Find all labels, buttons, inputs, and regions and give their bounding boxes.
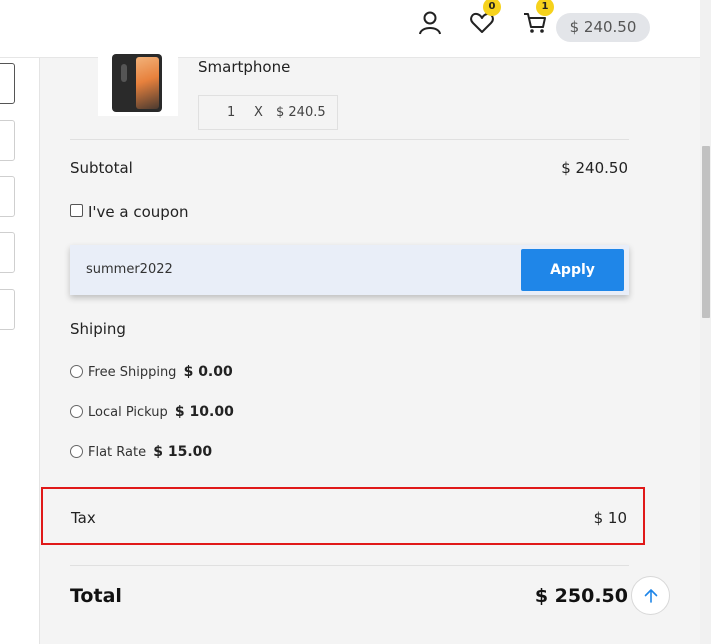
subtotal-label: Subtotal bbox=[70, 159, 133, 177]
form-field[interactable] bbox=[0, 120, 15, 161]
product-name[interactable]: Smartphone bbox=[198, 58, 290, 76]
form-field[interactable] bbox=[0, 176, 15, 217]
cart-count-badge: 1 bbox=[536, 0, 554, 16]
shipping-radio-free[interactable] bbox=[70, 365, 83, 378]
item-price: $ 240.5 bbox=[276, 105, 326, 120]
shipping-option-label: Flat Rate bbox=[88, 445, 147, 460]
user-icon[interactable] bbox=[417, 10, 443, 36]
tax-value: $ 10 bbox=[593, 509, 627, 527]
times-sign: X bbox=[254, 105, 263, 120]
smartphone-image bbox=[112, 54, 162, 112]
divider bbox=[70, 139, 629, 140]
shipping-option-price: $ 10.00 bbox=[174, 404, 234, 420]
tax-label: Tax bbox=[71, 509, 96, 527]
order-summary-panel bbox=[40, 58, 700, 644]
wishlist-count-badge: 0 bbox=[483, 0, 501, 16]
shipping-title: Shiping bbox=[70, 320, 126, 338]
form-field[interactable] bbox=[0, 232, 15, 273]
divider bbox=[70, 565, 629, 566]
coupon-input[interactable]: summer2022 bbox=[86, 262, 173, 277]
product-image bbox=[98, 44, 178, 116]
shipping-radio-local[interactable] bbox=[70, 405, 83, 418]
total-value: $ 250.50 bbox=[534, 585, 628, 607]
shipping-option-free[interactable]: Free Shipping $ 0.00 bbox=[88, 364, 233, 380]
scroll-to-top-button[interactable] bbox=[631, 576, 670, 615]
coupon-checkbox[interactable] bbox=[70, 204, 83, 217]
scrollbar-thumb[interactable] bbox=[702, 146, 710, 318]
cart-total-pill[interactable]: $ 240.50 bbox=[556, 13, 650, 42]
shipping-option-flat[interactable]: Flat Rate $ 15.00 bbox=[88, 444, 212, 460]
scrollbar-track[interactable] bbox=[700, 0, 711, 644]
shipping-radio-flat[interactable] bbox=[70, 445, 83, 458]
shipping-option-label: Free Shipping bbox=[88, 365, 177, 380]
coupon-form: summer2022 Apply bbox=[70, 245, 629, 295]
subtotal-value: $ 240.50 bbox=[561, 159, 628, 177]
form-field[interactable] bbox=[0, 289, 15, 330]
quantity-price-box: 1 X $ 240.5 bbox=[198, 95, 338, 130]
form-field[interactable] bbox=[0, 63, 15, 104]
shipping-option-label: Local Pickup bbox=[88, 405, 168, 420]
total-label: Total bbox=[70, 585, 122, 607]
shipping-option-price: $ 0.00 bbox=[183, 364, 233, 380]
arrow-up-icon bbox=[644, 589, 657, 603]
tax-row-highlight: Tax $ 10 bbox=[41, 487, 645, 545]
shipping-option-local[interactable]: Local Pickup $ 10.00 bbox=[88, 404, 234, 420]
item-quantity: 1 bbox=[227, 105, 236, 120]
apply-coupon-button[interactable]: Apply bbox=[521, 249, 624, 291]
coupon-checkbox-label[interactable]: I've a coupon bbox=[88, 203, 189, 221]
shipping-option-price: $ 15.00 bbox=[153, 444, 213, 460]
